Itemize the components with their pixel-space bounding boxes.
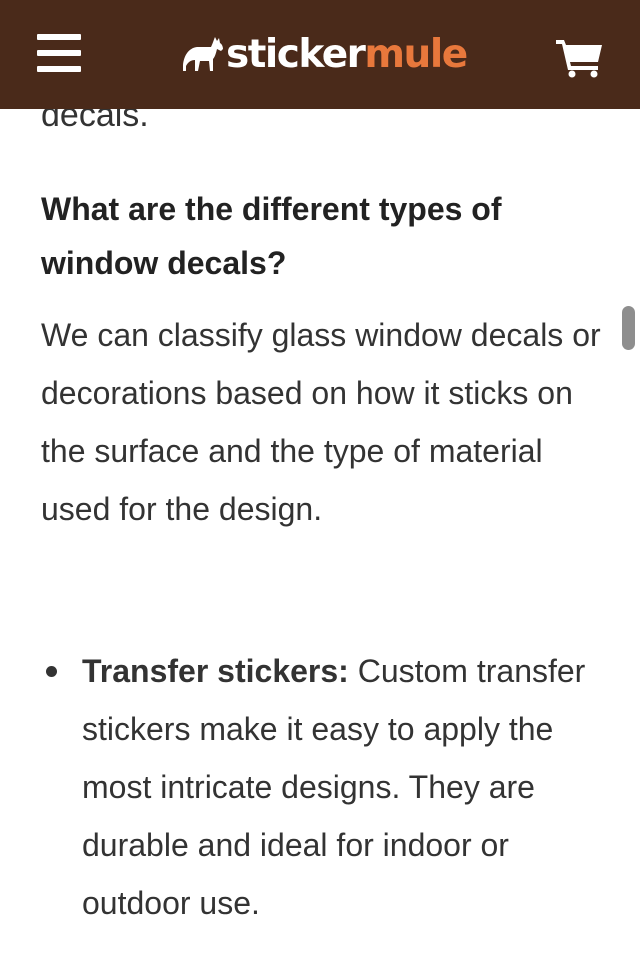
article-content: decals. What are the different types of … xyxy=(0,0,640,959)
logo-text-sticker: sticker xyxy=(226,31,366,77)
list-item: Transfer stickers: Custom transfer stick… xyxy=(41,642,611,932)
mule-logo-icon xyxy=(183,37,223,71)
decal-types-list: Transfer stickers: Custom transfer stick… xyxy=(41,642,611,932)
section-paragraph: We can classify glass window decals or d… xyxy=(41,317,601,527)
list-item-title: Transfer stickers: xyxy=(82,653,349,689)
list-item-text: Custom transfer stickers make it easy to… xyxy=(82,653,586,921)
section-heading: What are the different types of window d… xyxy=(41,191,502,281)
menu-icon[interactable] xyxy=(37,34,81,72)
cart-icon[interactable] xyxy=(556,38,604,78)
site-header: sticker mule xyxy=(0,0,640,109)
site-logo[interactable]: sticker mule xyxy=(180,26,468,82)
scrollbar-thumb[interactable] xyxy=(622,306,635,350)
logo-text-mule: mule xyxy=(364,31,468,77)
bullet-dot xyxy=(46,666,57,677)
